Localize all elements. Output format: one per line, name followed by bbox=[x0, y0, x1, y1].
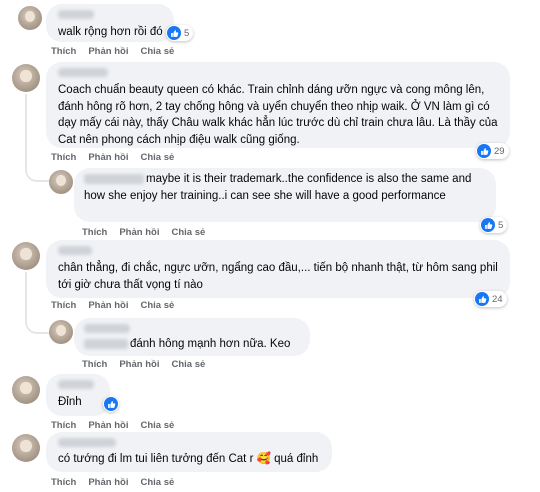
comment-text: maybe it is their trademark..the confide… bbox=[84, 173, 472, 202]
reaction-count[interactable]: 5 bbox=[480, 217, 508, 233]
reply-button[interactable]: Phản hồi bbox=[88, 46, 128, 57]
avatar[interactable] bbox=[12, 434, 40, 462]
like-button[interactable]: Thích bbox=[51, 420, 76, 431]
avatar[interactable] bbox=[49, 170, 73, 194]
comment-actions: Thích Phản hồi Chia sẻ bbox=[82, 359, 217, 370]
commenter-name-blurred[interactable] bbox=[58, 10, 94, 19]
share-button[interactable]: Chia sẻ bbox=[171, 359, 205, 370]
avatar[interactable] bbox=[18, 6, 42, 30]
blurred-mention[interactable] bbox=[84, 338, 128, 349]
reply-button[interactable]: Phản hồi bbox=[88, 300, 128, 311]
reply-button[interactable]: Phản hồi bbox=[88, 420, 128, 431]
share-button[interactable]: Chia sẻ bbox=[140, 477, 174, 488]
like-button[interactable]: Thích bbox=[82, 227, 107, 238]
avatar[interactable] bbox=[12, 376, 40, 404]
share-button[interactable]: Chia sẻ bbox=[140, 46, 174, 57]
comment-text: walk rộng hơn rồi đó bbox=[58, 26, 163, 38]
reply-button[interactable]: Phản hồi bbox=[119, 227, 159, 238]
reply-button[interactable]: Phản hồi bbox=[119, 359, 159, 370]
share-button[interactable]: Chia sẻ bbox=[140, 152, 174, 163]
like-reaction-icon bbox=[481, 218, 495, 232]
comment-text: Đỉnh bbox=[58, 396, 82, 408]
comment-text: Coach chuẩn beauty queen có khác. Train … bbox=[58, 84, 498, 146]
like-button[interactable]: Thích bbox=[51, 477, 76, 488]
like-button[interactable]: Thích bbox=[82, 359, 107, 370]
like-button[interactable]: Thích bbox=[51, 46, 76, 57]
reaction-count[interactable]: 29 bbox=[476, 143, 509, 159]
comment-bubble: chân thẳng, đi chắc, ngực ưỡn, ngẩng cao… bbox=[46, 240, 510, 298]
commenter-name-blurred[interactable] bbox=[58, 438, 116, 447]
reply-bubble: maybe it is their trademark..the confide… bbox=[74, 168, 496, 222]
like-button[interactable]: Thích bbox=[51, 152, 76, 163]
commenter-name-blurred[interactable] bbox=[84, 324, 130, 333]
share-button[interactable]: Chia sẻ bbox=[171, 227, 205, 238]
comment-bubble: walk rộng hơn rồi đó bbox=[46, 4, 174, 42]
like-reaction-icon bbox=[477, 144, 491, 158]
like-button[interactable]: Thích bbox=[51, 300, 76, 311]
reaction-count[interactable]: 24 bbox=[474, 291, 507, 307]
comment-actions: Thích Phản hồi Chia sẻ bbox=[51, 300, 186, 311]
commenter-name-blurred[interactable] bbox=[58, 246, 92, 255]
avatar[interactable] bbox=[49, 320, 73, 344]
avatar[interactable] bbox=[12, 242, 40, 270]
commenter-name-blurred[interactable] bbox=[58, 68, 108, 77]
reply-bubble: đánh hông mạnh hơn nữa. Keo bbox=[74, 318, 310, 356]
commenter-name-blurred[interactable] bbox=[58, 380, 94, 389]
reaction-count[interactable] bbox=[103, 396, 119, 412]
comment-actions: Thích Phản hồi Chia sẻ bbox=[51, 152, 186, 163]
share-button[interactable]: Chia sẻ bbox=[140, 300, 174, 311]
comment-bubble: có tướng đi lm tui liên tưởng đến Cat r … bbox=[46, 432, 332, 472]
comment-text: chân thẳng, đi chắc, ngực ưỡn, ngẩng cao… bbox=[58, 262, 498, 291]
commenter-name-blurred[interactable] bbox=[84, 173, 144, 184]
thread-connector bbox=[25, 94, 51, 182]
comment-bubble: Coach chuẩn beauty queen có khác. Train … bbox=[46, 62, 510, 148]
comment-actions: Thích Phản hồi Chia sẻ bbox=[51, 477, 186, 488]
like-reaction-icon bbox=[104, 397, 118, 411]
comment-actions: Thích Phản hồi Chia sẻ bbox=[51, 46, 186, 57]
comment-actions: Thích Phản hồi Chia sẻ bbox=[51, 420, 186, 431]
share-button[interactable]: Chia sẻ bbox=[140, 420, 174, 431]
comment-text: có tướng đi lm tui liên tưởng đến Cat r … bbox=[58, 453, 319, 465]
reply-button[interactable]: Phản hồi bbox=[88, 152, 128, 163]
like-reaction-icon bbox=[167, 26, 181, 40]
comment-bubble: Đỉnh bbox=[46, 374, 110, 416]
comment-text: đánh hông mạnh hơn nữa. Keo bbox=[84, 336, 300, 353]
reaction-count[interactable]: 5 bbox=[166, 25, 194, 41]
thread-connector bbox=[25, 272, 51, 334]
avatar[interactable] bbox=[12, 64, 40, 92]
like-reaction-icon bbox=[475, 292, 489, 306]
comment-actions: Thích Phản hồi Chia sẻ bbox=[82, 227, 217, 238]
reply-button[interactable]: Phản hồi bbox=[88, 477, 128, 488]
